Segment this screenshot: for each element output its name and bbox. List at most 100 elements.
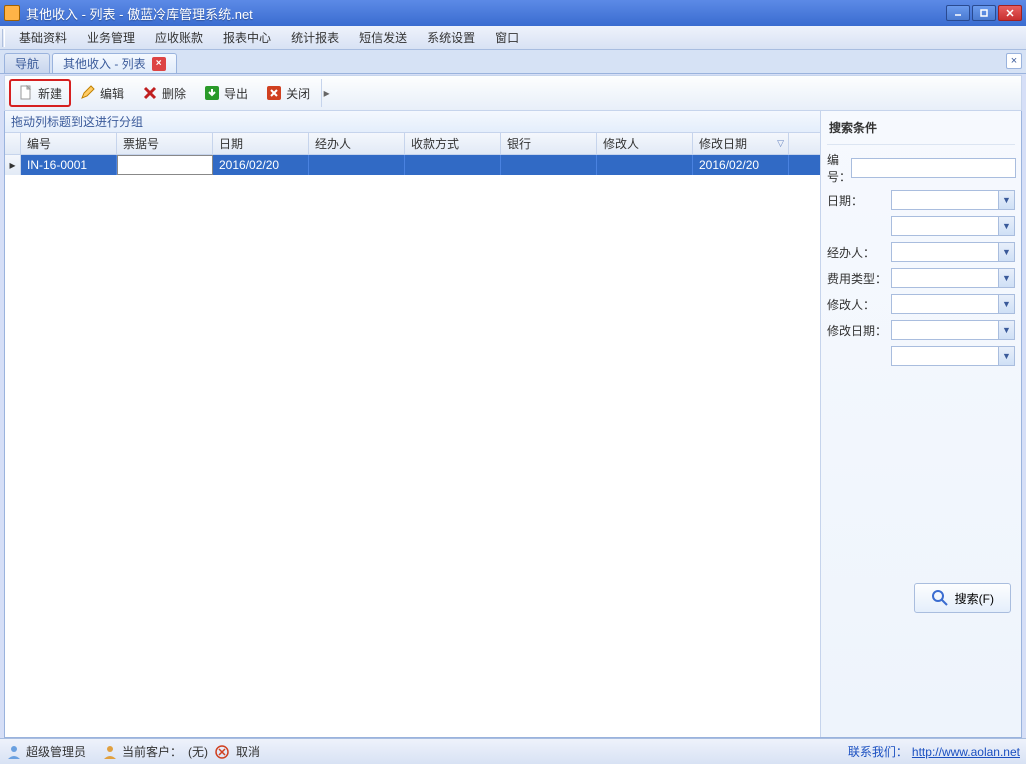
menu-grip (2, 29, 5, 47)
label-handler: 经办人： (827, 244, 891, 261)
cell-paymethod[interactable] (405, 155, 501, 175)
tab-label: 导航 (15, 55, 39, 72)
search-no-input[interactable] (851, 158, 1016, 178)
cell-bill[interactable] (117, 155, 213, 175)
row-indicator-header (5, 133, 21, 154)
search-feetype-combo[interactable]: ▼ (891, 268, 1015, 288)
pencil-icon (80, 85, 96, 101)
status-client: 当前客户： (无) 取消 (102, 743, 260, 760)
status-client-label: 当前客户： (122, 743, 182, 760)
search-button[interactable]: 搜索(F) (914, 583, 1011, 613)
contact-link[interactable]: http://www.aolan.net (912, 745, 1020, 759)
status-user-label: 超级管理员 (26, 743, 86, 760)
tab-strip: 导航 其他收入 - 列表 × × (0, 50, 1026, 74)
menu-receivable[interactable]: 应收账款 (145, 26, 213, 49)
col-header-handler[interactable]: 经办人 (309, 133, 405, 154)
new-file-icon (18, 85, 34, 101)
search-title: 搜索条件 (827, 115, 1015, 145)
export-icon (204, 85, 220, 101)
magnifier-icon (931, 589, 949, 607)
cell-modifier[interactable] (597, 155, 693, 175)
menu-settings[interactable]: 系统设置 (417, 26, 485, 49)
new-label: 新建 (38, 85, 62, 102)
menu-business[interactable]: 业务管理 (77, 26, 145, 49)
export-button[interactable]: 导出 (195, 79, 257, 107)
export-label: 导出 (224, 85, 248, 102)
search-moddate-from[interactable]: ▼ (891, 320, 1015, 340)
menu-stat-report[interactable]: 统计报表 (281, 26, 349, 49)
minimize-button[interactable] (946, 5, 970, 21)
col-header-bill[interactable]: 票据号 (117, 133, 213, 154)
label-moddate: 修改日期： (827, 322, 891, 339)
new-button[interactable]: 新建 (9, 79, 71, 107)
dropdown-icon: ▼ (998, 243, 1014, 261)
sort-desc-icon: ▽ (777, 138, 784, 149)
table-row[interactable]: ▸ IN-16-0001 2016/02/20 2016/02/20 (5, 155, 820, 175)
label-feetype: 费用类型： (827, 270, 891, 287)
tab-navigation[interactable]: 导航 (4, 53, 50, 73)
status-client-value: (无) (188, 743, 208, 760)
col-header-paymethod[interactable]: 收款方式 (405, 133, 501, 154)
cell-date[interactable]: 2016/02/20 (213, 155, 309, 175)
search-moddate-to[interactable]: ▼ (891, 346, 1015, 366)
label-modifier: 修改人： (827, 296, 891, 313)
col-header-modifier[interactable]: 修改人 (597, 133, 693, 154)
panel-close-button[interactable]: × (1006, 53, 1022, 69)
col-header-date[interactable]: 日期 (213, 133, 309, 154)
col-header-moddate[interactable]: 修改日期 ▽ (693, 133, 789, 154)
cancel-icon[interactable] (214, 744, 230, 760)
menu-sms[interactable]: 短信发送 (349, 26, 417, 49)
search-date-to[interactable]: ▼ (891, 216, 1015, 236)
status-cancel-label[interactable]: 取消 (236, 743, 260, 760)
dropdown-icon: ▼ (998, 295, 1014, 313)
dropdown-icon: ▼ (998, 191, 1014, 209)
cell-bank[interactable] (501, 155, 597, 175)
label-no: 编号： (827, 151, 851, 185)
col-header-moddate-label: 修改日期 (699, 135, 747, 152)
window-title: 其他收入 - 列表 - 傲蓝冷库管理系统.net (26, 4, 946, 23)
cell-moddate[interactable]: 2016/02/20 (693, 155, 789, 175)
client-icon (102, 744, 118, 760)
toolbar-overflow[interactable]: ▸ (321, 79, 331, 107)
label-date: 日期： (827, 192, 891, 209)
maximize-button[interactable] (972, 5, 996, 21)
title-bar: 其他收入 - 列表 - 傲蓝冷库管理系统.net (0, 0, 1026, 26)
search-handler-combo[interactable]: ▼ (891, 242, 1015, 262)
tab-other-income-list[interactable]: 其他收入 - 列表 × (52, 53, 177, 73)
cell-no[interactable]: IN-16-0001 (21, 155, 117, 175)
close-button[interactable] (998, 5, 1022, 21)
main-content: 拖动列标题到这进行分组 编号 票据号 日期 经办人 收款方式 银行 修改人 修改… (4, 111, 1022, 738)
toolbar: 新建 编辑 删除 导出 关闭 ▸ (4, 75, 1022, 111)
edit-button[interactable]: 编辑 (71, 79, 133, 107)
status-user: 超级管理员 (6, 743, 86, 760)
menu-window[interactable]: 窗口 (485, 26, 529, 49)
delete-x-icon (142, 85, 158, 101)
tab-close-icon[interactable]: × (152, 57, 166, 71)
search-modifier-combo[interactable]: ▼ (891, 294, 1015, 314)
close-label: 关闭 (286, 85, 310, 102)
tab-label: 其他收入 - 列表 (63, 55, 146, 72)
menu-report-center[interactable]: 报表中心 (213, 26, 281, 49)
delete-button[interactable]: 删除 (133, 79, 195, 107)
menu-basic-data[interactable]: 基础资料 (9, 26, 77, 49)
search-date-from[interactable]: ▼ (891, 190, 1015, 210)
status-bar: 超级管理员 当前客户： (无) 取消 联系我们： http://www.aola… (0, 738, 1026, 764)
search-panel: 搜索条件 编号： 日期： ▼ ▼ 经办人： ▼ 费用类型： ▼ 修改人： ▼ 修… (821, 111, 1021, 737)
dropdown-icon: ▼ (998, 347, 1014, 365)
dropdown-icon: ▼ (998, 321, 1014, 339)
grid-body[interactable]: ▸ IN-16-0001 2016/02/20 2016/02/20 (5, 155, 820, 737)
search-button-label: 搜索(F) (955, 590, 994, 607)
dropdown-icon: ▼ (998, 269, 1014, 287)
close-x-icon (266, 85, 282, 101)
edit-label: 编辑 (100, 85, 124, 102)
delete-label: 删除 (162, 85, 186, 102)
row-indicator: ▸ (5, 155, 21, 175)
col-header-no[interactable]: 编号 (21, 133, 117, 154)
grid-area: 拖动列标题到这进行分组 编号 票据号 日期 经办人 收款方式 银行 修改人 修改… (5, 111, 821, 737)
cell-handler[interactable] (309, 155, 405, 175)
col-header-bank[interactable]: 银行 (501, 133, 597, 154)
menu-bar: 基础资料 业务管理 应收账款 报表中心 统计报表 短信发送 系统设置 窗口 (0, 26, 1026, 50)
group-by-bar[interactable]: 拖动列标题到这进行分组 (5, 111, 820, 133)
close-tab-button[interactable]: 关闭 (257, 79, 319, 107)
dropdown-icon: ▼ (998, 217, 1014, 235)
